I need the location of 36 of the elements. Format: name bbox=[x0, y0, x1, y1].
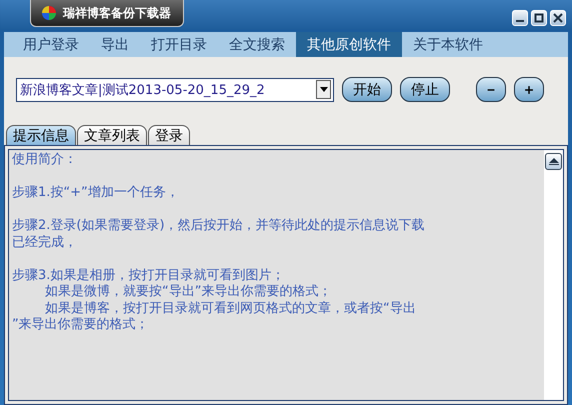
menu-item[interactable]: 导出 bbox=[90, 32, 140, 57]
maximize-icon bbox=[534, 13, 544, 23]
scroll-up-button[interactable] bbox=[545, 153, 562, 170]
info-line: 步骤3.如果是相册，按打开目录就可看到图片； bbox=[12, 268, 286, 284]
info-line: ”来导出你需要的格式； bbox=[12, 317, 150, 334]
up-arrow-icon bbox=[548, 158, 558, 165]
maximize-button[interactable] bbox=[531, 10, 547, 26]
close-icon bbox=[553, 13, 563, 23]
info-line: 步骤2.登录(如果需要登录)，然后按开始，并等待此处的提示信息说下载 bbox=[12, 218, 426, 234]
info-line: 如果是博客，按打开目录就可看到网页格式的文章，或者按“导出 bbox=[44, 300, 417, 317]
info-line: 步骤1.按“+”增加一个任务， bbox=[12, 185, 180, 202]
menu-item[interactable]: 打开目录 bbox=[140, 32, 218, 57]
logo-icon bbox=[41, 5, 57, 21]
menu-item[interactable]: 关于本软件 bbox=[402, 32, 494, 57]
action-button[interactable]: 开始 bbox=[342, 77, 392, 102]
task-dropdown[interactable]: 新浪博客文章|测试2013-05-20_15_29_2 bbox=[16, 78, 334, 102]
task-button[interactable]: － bbox=[476, 77, 506, 102]
window-title: 瑞祥博客备份下载器 bbox=[63, 4, 171, 22]
action-button[interactable]: 停止 bbox=[400, 77, 450, 102]
close-button[interactable] bbox=[550, 10, 566, 26]
task-button[interactable]: ＋ bbox=[514, 77, 544, 102]
tab[interactable]: 提示信息 bbox=[6, 125, 76, 145]
tab[interactable]: 文章列表 bbox=[77, 125, 147, 145]
caret-icon bbox=[320, 87, 328, 92]
minimize-button[interactable] bbox=[512, 10, 528, 26]
menu-item[interactable]: 其他原创软件 bbox=[296, 32, 402, 57]
scrollbar[interactable] bbox=[544, 150, 563, 400]
menu-item[interactable]: 用户登录 bbox=[12, 32, 90, 57]
info-line: 使用简介： bbox=[12, 152, 78, 168]
info-line: 如果是微博，就要按“导出”来导出你需要的格式； bbox=[44, 284, 333, 300]
minimize-icon bbox=[516, 20, 524, 22]
tab[interactable]: 登录 bbox=[148, 125, 190, 145]
dropdown-button[interactable] bbox=[316, 80, 331, 99]
dropdown-value: 新浪博客文章|测试2013-05-20_15_29_2 bbox=[20, 82, 265, 98]
menu-item[interactable]: 全文搜索 bbox=[218, 32, 296, 57]
info-line: 已经完成， bbox=[12, 234, 78, 251]
